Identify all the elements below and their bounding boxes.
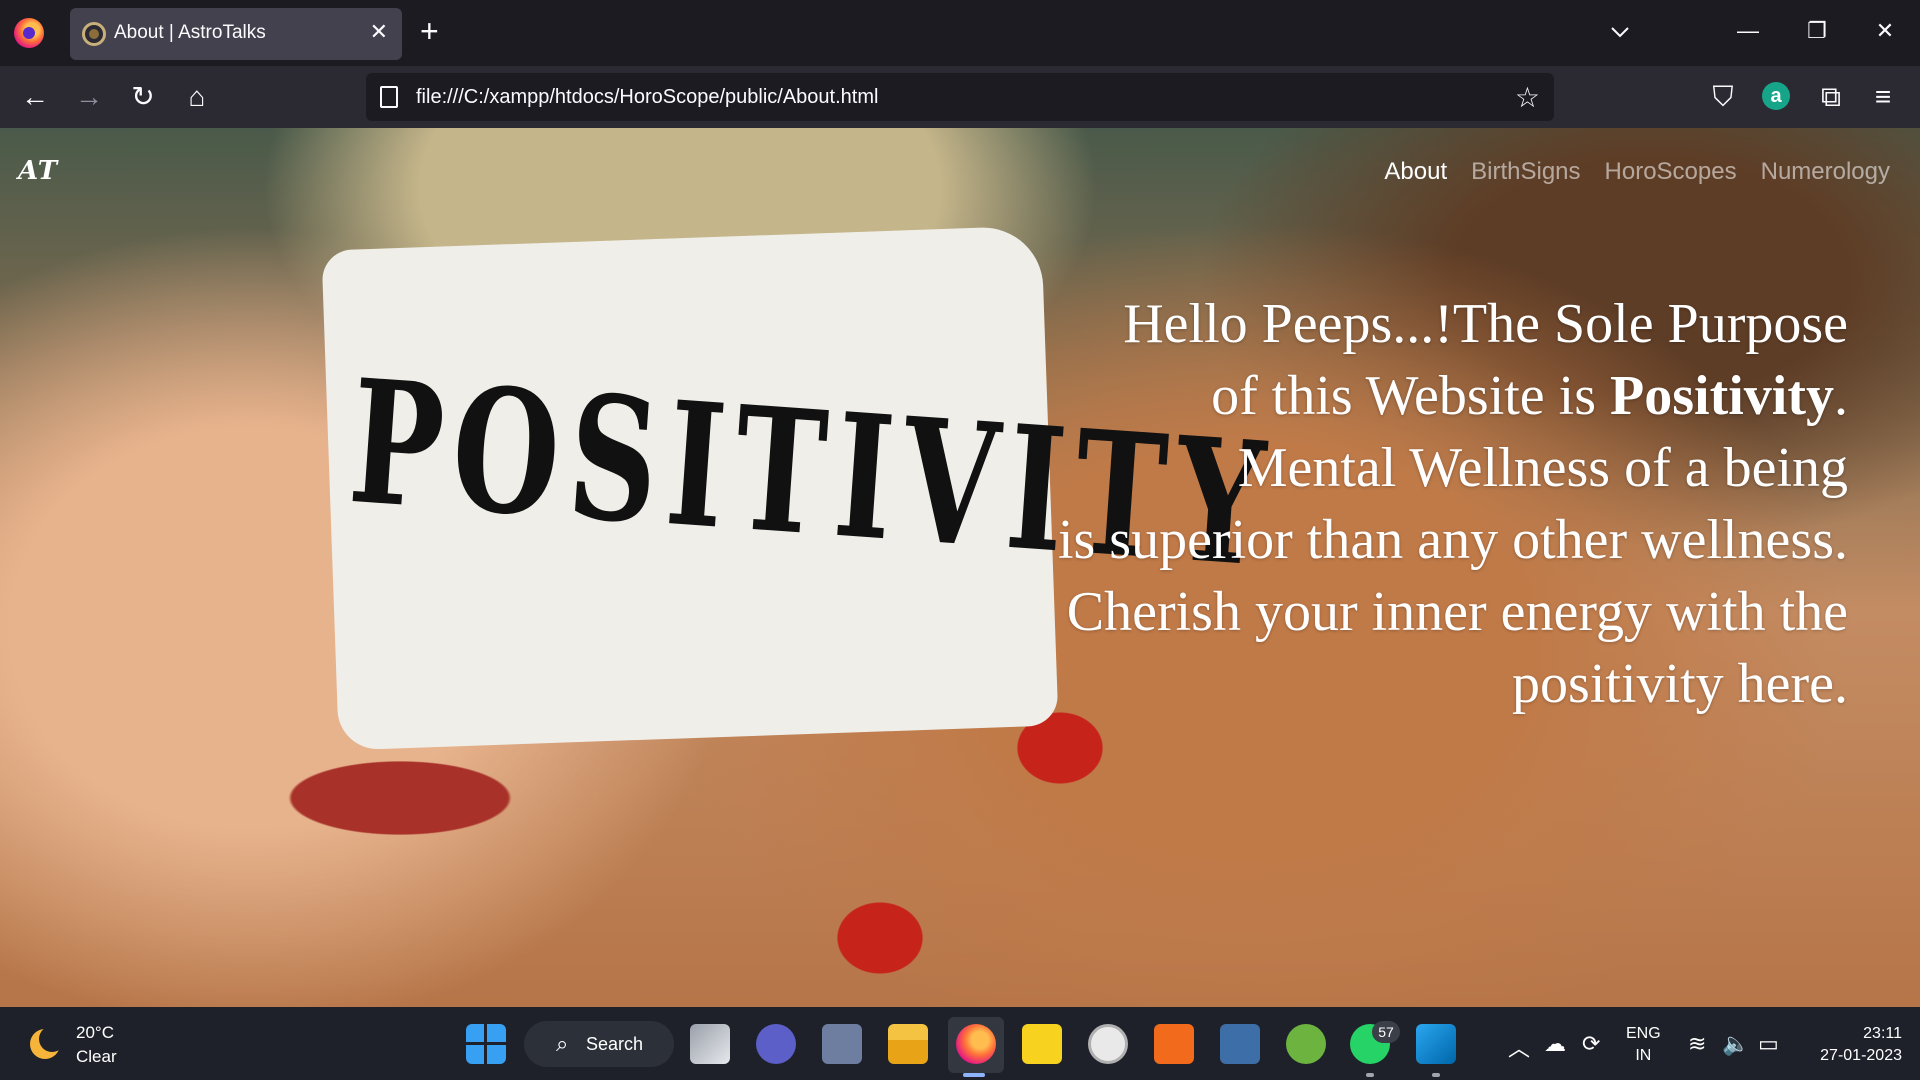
- onedrive-cloud-icon[interactable]: ☁: [1544, 1031, 1566, 1057]
- nav-link-birthsigns[interactable]: BirthSigns: [1471, 158, 1580, 186]
- whatsapp-unread-badge: 57: [1372, 1021, 1400, 1043]
- task-view-icon[interactable]: [690, 1024, 730, 1064]
- tab-list-chevron-down-icon[interactable]: [1608, 20, 1632, 44]
- menu-icon[interactable]: ≡: [1866, 80, 1900, 114]
- hero-line: of this Website is Positivity.: [948, 360, 1848, 432]
- close-window-button[interactable]: ✕: [1870, 18, 1900, 44]
- weather-condition[interactable]: Clear: [76, 1047, 117, 1067]
- hero-text: Hello Peeps...!The Sole Purpose of this …: [948, 288, 1848, 720]
- site-favicon-icon: [82, 22, 106, 46]
- sticky-notes-icon[interactable]: [1022, 1024, 1062, 1064]
- tab-title: About | AstroTalks: [114, 22, 266, 43]
- spring-tool-icon[interactable]: [1286, 1024, 1326, 1064]
- pocket-icon[interactable]: ⛉: [1706, 80, 1740, 114]
- url-text[interactable]: file:///C:/xampp/htdocs/HoroScope/public…: [416, 86, 878, 109]
- language-region: IN: [1635, 1047, 1652, 1064]
- search-icon: ⌕: [556, 1031, 569, 1056]
- hero-line: Mental Wellness of a being: [1237, 437, 1848, 499]
- sync-icon[interactable]: ⟳: [1582, 1031, 1600, 1057]
- tab-close-icon[interactable]: ✕: [370, 19, 388, 45]
- hero-emphasis: Positivity: [1610, 365, 1834, 427]
- hero-line: Hello Peeps...!The Sole Purpose: [1123, 293, 1848, 355]
- firefox-logo-icon: [14, 18, 44, 48]
- mysql-workbench-icon[interactable]: [1220, 1024, 1260, 1064]
- vscode-icon[interactable]: [1416, 1024, 1456, 1064]
- account-avatar-icon[interactable]: a: [1762, 82, 1790, 110]
- start-button-icon[interactable]: [466, 1024, 506, 1064]
- bookmark-star-icon[interactable]: ☆: [1515, 81, 1540, 114]
- running-indicator: [963, 1073, 985, 1077]
- browser-tab-bar: About | AstroTalks ✕ + — ❐ ✕: [0, 0, 1920, 66]
- input-language-indicator[interactable]: ENG IN: [1626, 1023, 1661, 1067]
- reload-icon[interactable]: ↻: [126, 80, 160, 114]
- url-bar[interactable]: file:///C:/xampp/htdocs/HoroScope/public…: [366, 73, 1554, 121]
- teams-chat-icon[interactable]: [756, 1024, 796, 1064]
- nav-link-horoscopes[interactable]: HoroScopes: [1605, 158, 1737, 186]
- nav-link-about[interactable]: About: [1384, 158, 1447, 186]
- minimize-button[interactable]: —: [1733, 18, 1763, 44]
- page-icon: [380, 86, 398, 108]
- battery-icon[interactable]: ▭: [1758, 1031, 1779, 1057]
- calculator-icon[interactable]: [822, 1024, 862, 1064]
- firefox-taskbar-icon[interactable]: [956, 1024, 996, 1064]
- clock-time: 23:11: [1863, 1025, 1902, 1042]
- show-hidden-icons-chevron-up-icon[interactable]: ︿: [1508, 1031, 1530, 1063]
- xampp-icon[interactable]: [1154, 1024, 1194, 1064]
- running-indicator: [1366, 1073, 1374, 1077]
- taskbar-search-button[interactable]: ⌕ Search: [524, 1021, 674, 1067]
- windows-taskbar: 20°C Clear ⌕ Search 57 ︿ ☁ ⟳ ENG IN ≋ 🔈 …: [0, 1007, 1920, 1080]
- hero-line: is superior than any other wellness.: [1057, 509, 1848, 571]
- page-hero-background: POSITIVITY AT About BirthSigns HoroScope…: [0, 128, 1920, 1007]
- forward-arrow-icon[interactable]: →: [72, 80, 106, 114]
- language-code: ENG: [1626, 1025, 1661, 1042]
- browser-toolbar: ← → ↻ ⌂ file:///C:/xampp/htdocs/HoroScop…: [0, 66, 1920, 128]
- new-tab-button[interactable]: +: [420, 14, 439, 48]
- volume-icon[interactable]: 🔈: [1722, 1031, 1749, 1057]
- site-logo[interactable]: AT: [18, 156, 58, 186]
- file-explorer-icon[interactable]: [888, 1024, 928, 1064]
- taskbar-clock[interactable]: 23:11 27-01-2023: [1806, 1023, 1902, 1067]
- home-icon[interactable]: ⌂: [180, 80, 214, 114]
- nav-link-numerology[interactable]: Numerology: [1761, 158, 1890, 186]
- running-indicator: [1432, 1073, 1440, 1077]
- compass-app-icon[interactable]: [1088, 1024, 1128, 1064]
- weather-temperature[interactable]: 20°C: [76, 1023, 114, 1043]
- moon-weather-icon[interactable]: [30, 1026, 65, 1059]
- site-nav: About BirthSigns HoroScopes Numerology: [1384, 158, 1890, 186]
- tab-about[interactable]: About | AstroTalks ✕: [70, 8, 402, 60]
- hero-text-span: .: [1834, 365, 1848, 427]
- extensions-icon[interactable]: ⧉: [1814, 80, 1848, 114]
- hero-line: positivity here.: [1512, 653, 1848, 715]
- clock-date: 27-01-2023: [1820, 1047, 1902, 1064]
- wifi-icon[interactable]: ≋: [1688, 1031, 1706, 1057]
- back-arrow-icon[interactable]: ←: [18, 80, 52, 114]
- restore-button[interactable]: ❐: [1802, 18, 1832, 44]
- hero-text-span: of this Website is: [1211, 365, 1611, 427]
- hero-line: Cherish your inner energy with the: [1066, 581, 1848, 643]
- search-label: Search: [586, 1034, 644, 1054]
